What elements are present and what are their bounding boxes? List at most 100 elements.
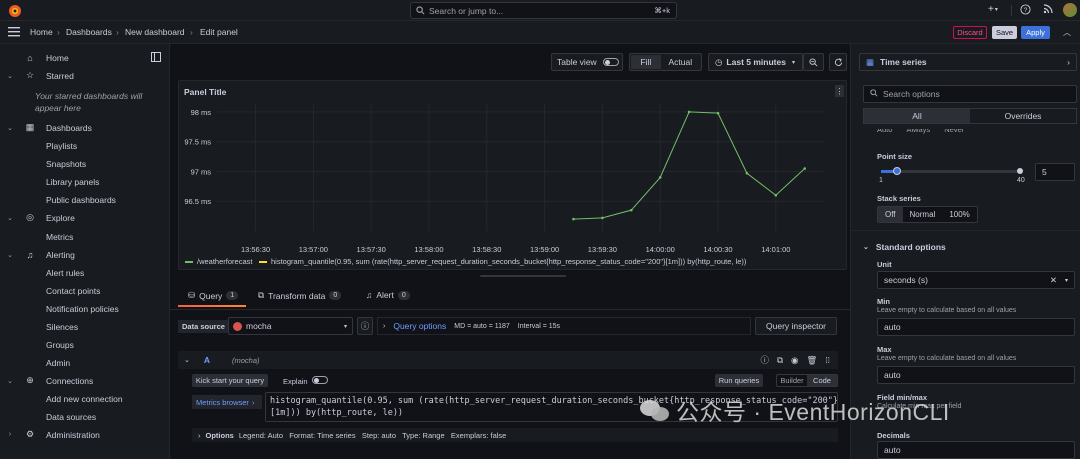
eye-icon[interactable]: ◉ (791, 355, 798, 366)
chevron-down-icon[interactable]: ⌄ (0, 72, 20, 80)
tab-transform-data[interactable]: ⧉ Transform data 0 (258, 290, 342, 301)
sidebar-item-administration[interactable]: › ⚙ Administration (0, 426, 170, 443)
chevron-right-icon[interactable]: › (0, 431, 20, 438)
sidebar-item-admin[interactable]: Admin (46, 358, 70, 368)
sidebar-item-explore[interactable]: ⌄ ◎ Explore (0, 209, 170, 226)
query-row-letter[interactable]: A (204, 355, 210, 365)
sidebar-item-library-panels[interactable]: Library panels (46, 177, 99, 187)
fill-button[interactable]: Fill (631, 55, 661, 69)
help-icon[interactable]: ? (1020, 4, 1031, 15)
point-size-input[interactable]: 5 (1035, 163, 1075, 181)
run-queries-button[interactable]: Run queries (715, 374, 763, 387)
chevron-down-icon[interactable]: ⌄ (184, 356, 190, 364)
tab-alert[interactable]: ♫ Alert 0 (366, 290, 410, 300)
avatar[interactable] (1063, 3, 1077, 17)
search-options-input[interactable]: Search options (863, 85, 1077, 103)
breadcrumb-home[interactable]: Home (30, 27, 53, 37)
help-icon[interactable]: ⓘ (357, 317, 373, 335)
apply-button[interactable]: Apply (1021, 26, 1050, 39)
alert-count-badge: 0 (397, 290, 410, 300)
decimals-input[interactable]: auto (877, 441, 1075, 459)
actual-button[interactable]: Actual (661, 57, 700, 67)
sidebar-item-playlists[interactable]: Playlists (46, 141, 77, 151)
grafana-logo-icon[interactable] (7, 3, 22, 18)
point-size-slider[interactable] (881, 167, 1023, 175)
search-input[interactable]: Search or jump to... ⌘+k (410, 2, 677, 19)
tab-all[interactable]: All (864, 109, 970, 123)
menu-icon[interactable] (8, 27, 20, 37)
sidebar-item-alert-rules[interactable]: Alert rules (46, 268, 84, 278)
sidebar-item-alerting[interactable]: ⌄ ♫ Alerting (0, 246, 170, 263)
refresh-icon[interactable] (829, 53, 847, 71)
legend-label: histogram_quantile(0.95, sum (rate(http_… (271, 257, 747, 266)
chevron-up-icon[interactable]: ︿ (1063, 27, 1071, 38)
x-tick-label: 13:58:00 (414, 245, 443, 254)
toggle-switch[interactable] (602, 58, 619, 66)
help-icon[interactable]: ⓘ (760, 354, 769, 366)
sidebar-item-contact-points[interactable]: Contact points (46, 286, 100, 296)
sidebar-item-metrics[interactable]: Metrics (46, 232, 73, 242)
query-options-row[interactable]: › Options Legend: Auto Format: Time seri… (192, 428, 838, 442)
stack-100-button[interactable]: 100% (942, 207, 976, 222)
legend-item-weatherforecast[interactable]: /weatherforecast (185, 257, 252, 266)
chevron-down-icon[interactable]: ⌄ (0, 377, 20, 385)
clear-icon[interactable]: ✕ (1050, 275, 1057, 286)
drag-handle-icon[interactable]: ⁞⁞ (825, 355, 830, 365)
sidebar-item-dashboards[interactable]: ⌄ ▦ Dashboards (0, 119, 170, 136)
sidebar-item-home[interactable]: ⌂ Home (0, 49, 170, 66)
save-button[interactable]: Save (992, 26, 1017, 39)
breadcrumb-dashboards[interactable]: Dashboards (66, 27, 112, 37)
wechat-logo-icon (640, 398, 670, 422)
metrics-browser-button[interactable]: Metrics browser › (192, 395, 262, 409)
panel-resize-handle[interactable] (480, 275, 566, 277)
standard-options-header[interactable]: ⌄ Standard options (863, 242, 946, 252)
add-icon[interactable]: + ▾ (988, 4, 998, 15)
table-view-toggle[interactable]: Table view (551, 53, 623, 71)
x-tick-label: 13:57:00 (299, 245, 328, 254)
explain-toggle[interactable] (312, 376, 328, 384)
sidebar-item-connections[interactable]: ⌄ ⊕ Connections (0, 372, 170, 389)
time-series-icon: ▦ (866, 56, 875, 67)
tab-overrides[interactable]: Overrides (970, 109, 1076, 123)
x-tick-label: 14:00:00 (646, 245, 675, 254)
code-button[interactable]: Code (807, 375, 837, 386)
partial-segment[interactable]: Auto Always Never (877, 129, 997, 137)
sidebar-item-add-new-connection[interactable]: Add new connection (46, 394, 123, 404)
active-tab-indicator (178, 305, 246, 307)
stack-normal-button[interactable]: Normal (903, 207, 943, 222)
query-options-bar[interactable]: › Query options MD = auto = 1187 Interva… (377, 317, 751, 335)
chevron-down-icon[interactable]: ⌄ (0, 214, 20, 222)
sidebar-item-starred[interactable]: ⌄ ☆ Starred (0, 67, 170, 84)
series-line (573, 111, 806, 220)
zoom-out-icon[interactable] (803, 53, 824, 71)
sidebar-item-notification-policies[interactable]: Notification policies (46, 304, 119, 314)
duplicate-icon[interactable]: ⧉ (777, 355, 783, 366)
discard-button[interactable]: Discard (953, 26, 987, 39)
chevron-down-icon[interactable]: ⌄ (0, 251, 20, 259)
unit-select[interactable]: seconds (s) ✕ ▾ (877, 271, 1075, 289)
sidebar-item-snapshots[interactable]: Snapshots (46, 159, 86, 169)
stack-off-button[interactable]: Off (878, 207, 903, 222)
trash-icon[interactable]: 🗑 (806, 355, 817, 366)
sidebar-item-data-sources[interactable]: Data sources (46, 412, 96, 422)
query-inspector-button[interactable]: Query inspector (755, 317, 837, 335)
min-input[interactable]: auto (877, 318, 1075, 336)
kick-start-button[interactable]: Kick start your query (192, 374, 268, 387)
news-rss-icon[interactable] (1043, 4, 1053, 14)
sidebar-item-public-dashboards[interactable]: Public dashboards (46, 195, 116, 205)
sidebar-item-silences[interactable]: Silences (46, 322, 78, 332)
slider-handle[interactable] (893, 167, 901, 175)
data-source-select[interactable]: mocha ▾ (228, 317, 353, 335)
data-point (630, 208, 633, 212)
legend-item-histogram[interactable]: histogram_quantile(0.95, sum (rate(http_… (259, 257, 746, 266)
max-input[interactable]: auto (877, 366, 1075, 384)
breadcrumb-new-dashboard[interactable]: New dashboard (125, 27, 185, 37)
time-range-picker[interactable]: ◷ Last 5 minutes ▾ (708, 53, 803, 71)
builder-button[interactable]: Builder (777, 375, 807, 386)
visualization-picker[interactable]: ▦ Time series › (859, 53, 1077, 71)
max-description: Leave empty to calculate based on all va… (877, 355, 1017, 362)
sidebar-item-groups[interactable]: Groups (46, 340, 74, 350)
query-tabs: ⛁ Query 1 ⧉ Transform data 0 ♫ Alert 0 (170, 282, 850, 310)
chevron-down-icon[interactable]: ⌄ (0, 124, 20, 132)
tab-query[interactable]: ⛁ Query 1 (188, 290, 239, 301)
